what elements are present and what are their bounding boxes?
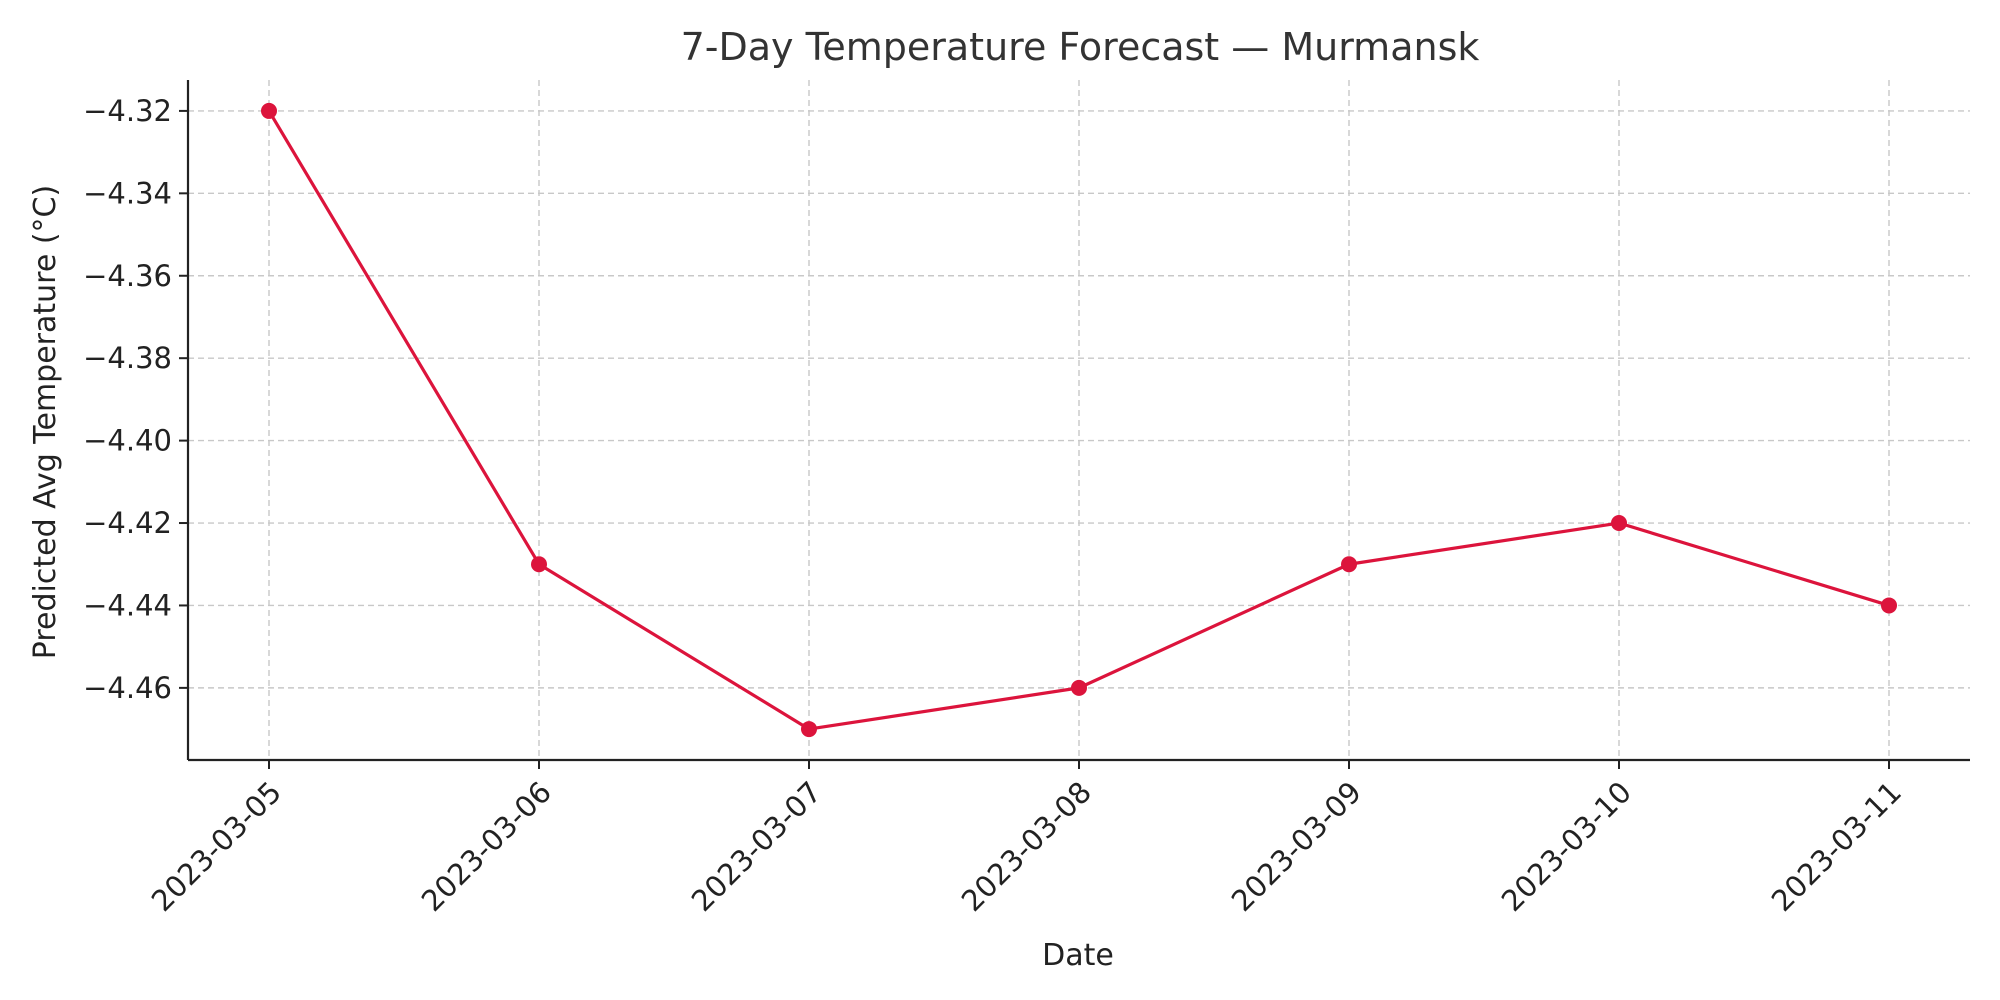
chart-canvas: −4.32 −4.34 −4.36 −4.38 −4.40 −4.42 −4.44 −4.46…: [28, 25, 1970, 973]
x-axis-label: Date: [1042, 938, 1114, 973]
data-point: [1341, 556, 1357, 573]
x-tick-label: 2023-03-05: [145, 775, 288, 918]
chart-title: 7-Day Temperature Forecast — Murmansk: [681, 25, 1480, 69]
data-point: [801, 721, 817, 738]
data-point: [1611, 515, 1627, 532]
grid: [188, 80, 1970, 760]
x-tick-label: 2023-03-10: [1495, 775, 1638, 918]
x-tick-label: 2023-03-11: [1765, 775, 1908, 918]
y-tick-label: −4.36: [83, 259, 172, 293]
x-tick-label: 2023-03-08: [955, 775, 1098, 918]
data-point: [261, 102, 277, 119]
y-tick-label: −4.44: [83, 588, 172, 622]
data-point: [1071, 679, 1087, 696]
y-tick-label: −4.34: [83, 176, 172, 210]
data-point: [531, 556, 547, 573]
x-tick-label: 2023-03-07: [685, 775, 828, 918]
y-tick-label: −4.46: [83, 671, 172, 705]
ticks: −4.32 −4.34 −4.36 −4.38 −4.40 −4.42 −4.44 −4.46…: [83, 94, 1908, 918]
x-tick-label: 2023-03-09: [1225, 775, 1368, 918]
x-tick-label: 2023-03-06: [415, 775, 558, 918]
y-axis-label: Predicted Avg Temperature (°C): [28, 185, 63, 659]
line-chart: −4.32 −4.34 −4.36 −4.38 −4.40 −4.42 −4.44 −4.46…: [0, 0, 2000, 1000]
data-point: [1881, 597, 1897, 614]
y-tick-label: −4.38: [83, 341, 172, 375]
y-tick-label: −4.42: [83, 506, 172, 540]
y-tick-label: −4.40: [83, 424, 172, 458]
y-tick-label: −4.32: [83, 94, 172, 128]
